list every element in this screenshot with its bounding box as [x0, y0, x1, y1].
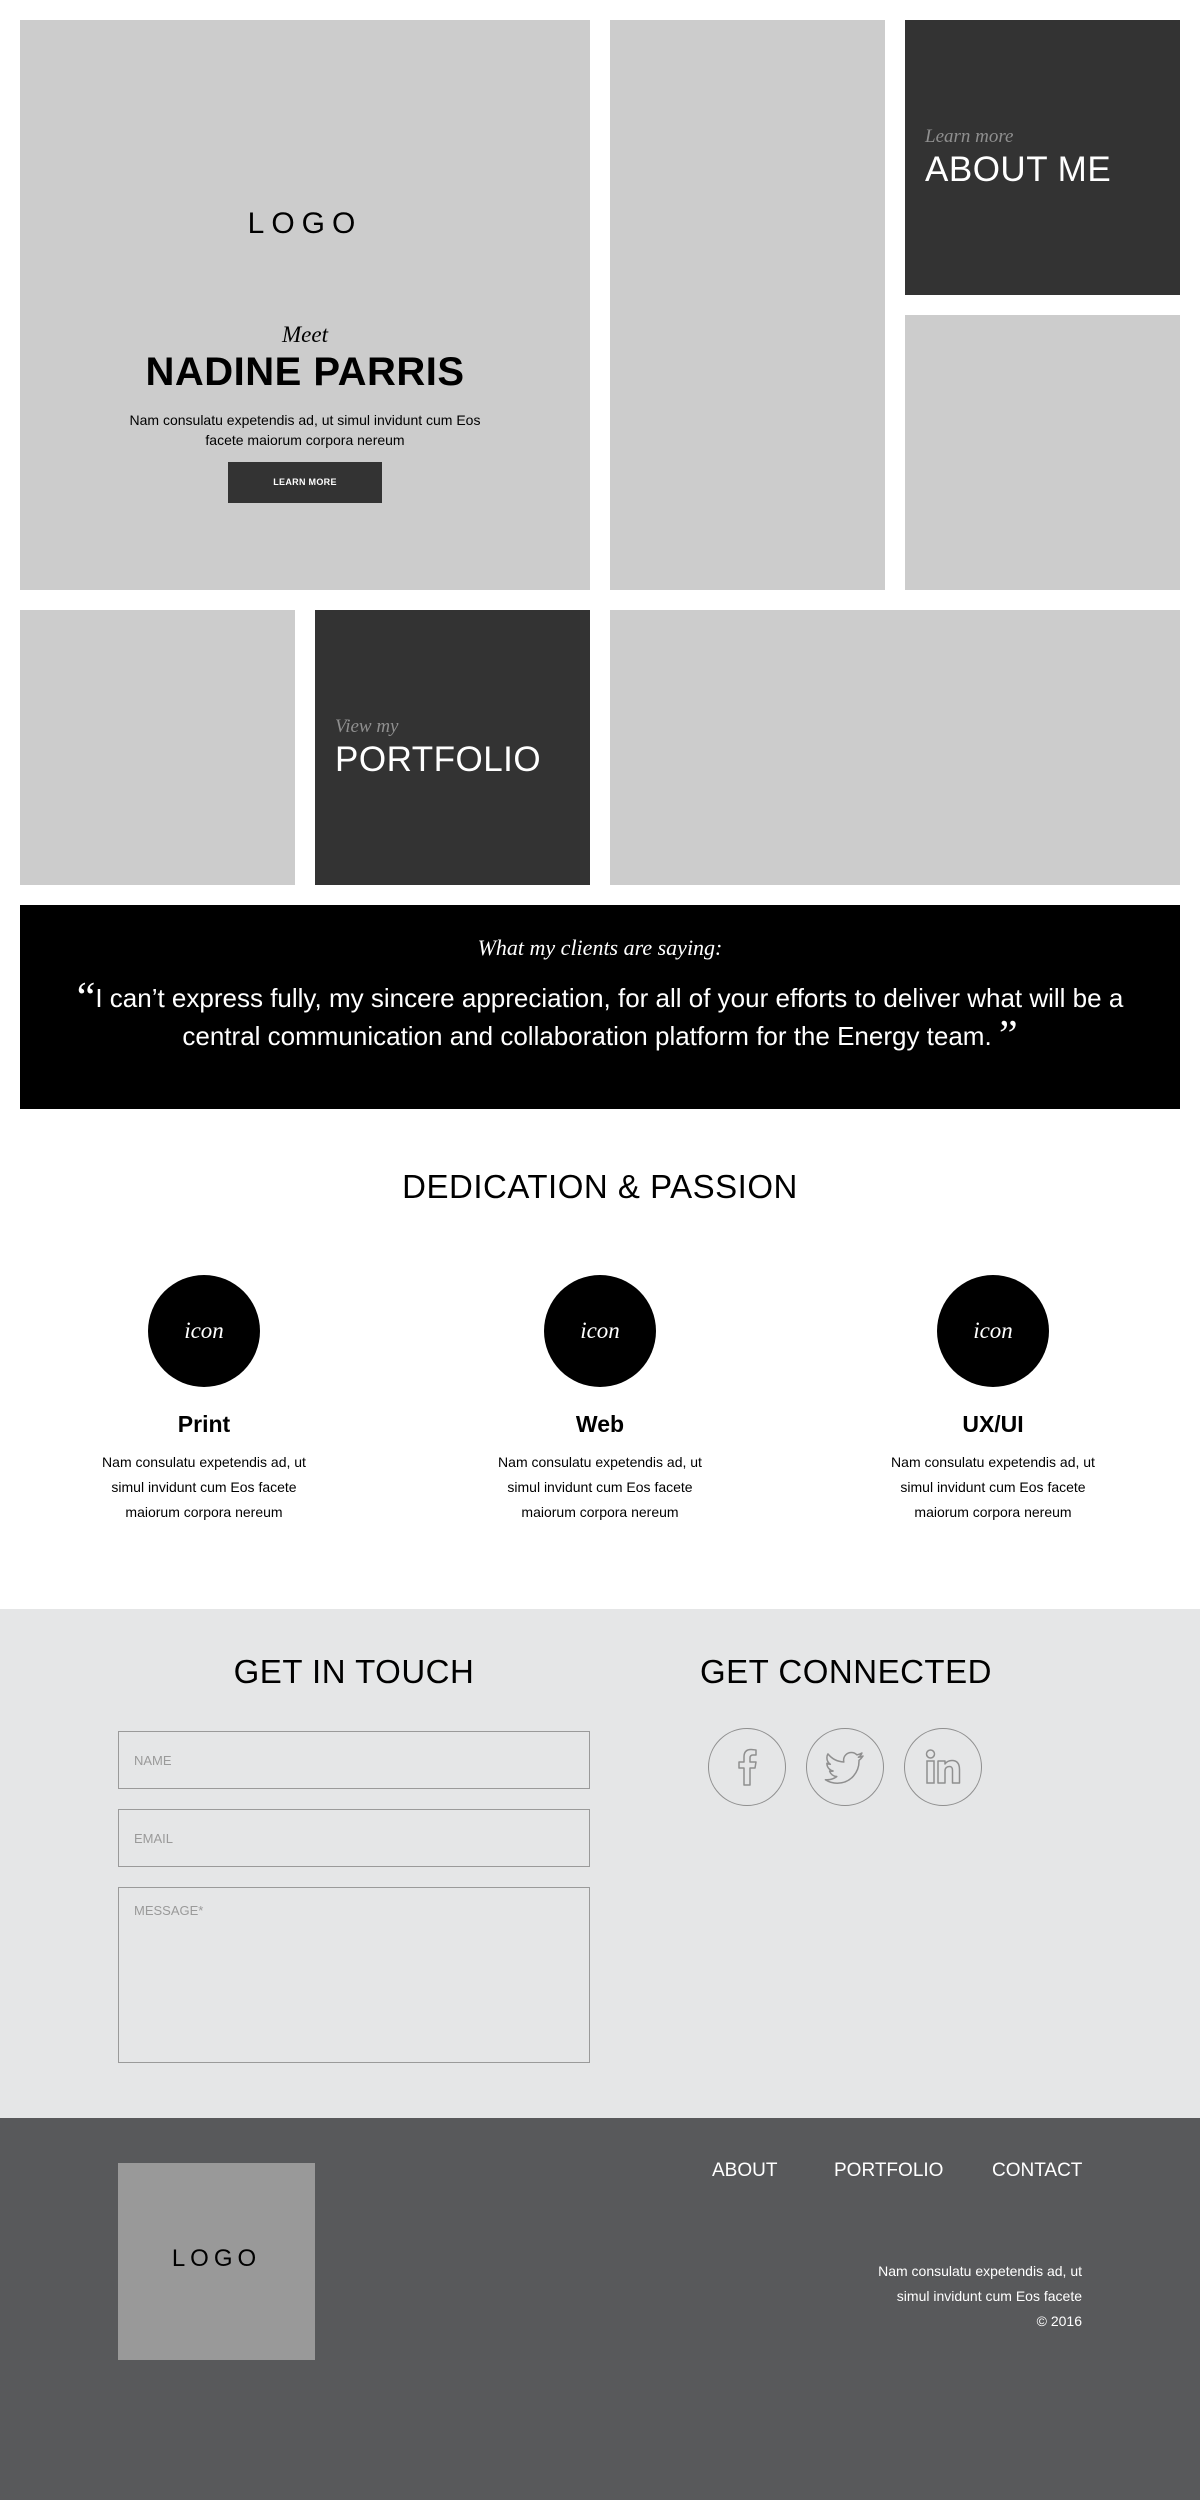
- service-description: Nam consulatu expetendis ad, ut simul in…: [891, 1454, 1095, 1520]
- footer-text-line1: Nam consulatu expetendis ad, ut: [878, 2263, 1082, 2279]
- image-tile-tall: [610, 20, 885, 590]
- about-me-title: ABOUT ME: [925, 150, 1112, 189]
- linkedin-icon[interactable]: [904, 1728, 982, 1806]
- footer-nav-portfolio[interactable]: PORTFOLIO: [834, 2160, 943, 2182]
- portfolio-subtitle: View my: [335, 716, 399, 737]
- open-quote-mark: “: [76, 975, 96, 1021]
- service-title: UX/UI: [962, 1411, 1024, 1437]
- hero-tile: LOGO Meet NADINE PARRIS Nam consulatu ex…: [20, 20, 590, 590]
- service-description: Nam consulatu expetendis ad, ut simul in…: [102, 1454, 306, 1520]
- hero-name: NADINE PARRIS: [145, 350, 465, 394]
- footer: LOGO ABOUT PORTFOLIO CONTACT Nam consula…: [0, 2118, 1200, 2500]
- learn-more-button[interactable]: LEARN MORE: [228, 462, 382, 503]
- portfolio-tile[interactable]: View my PORTFOLIO: [315, 610, 590, 885]
- message-field[interactable]: [118, 1887, 590, 2063]
- twitter-glyph: [824, 1751, 864, 1784]
- hero-description: Nam consulatu expetendis ad, ut simul in…: [129, 412, 481, 448]
- facebook-icon[interactable]: [708, 1728, 786, 1806]
- image-tile-wide: [610, 610, 1180, 885]
- get-connected-title: GET CONNECTED: [700, 1653, 992, 1690]
- name-field[interactable]: [118, 1731, 590, 1789]
- footer-nav-contact[interactable]: CONTACT: [992, 2160, 1082, 2182]
- portfolio-title: PORTFOLIO: [335, 740, 542, 779]
- print-icon: icon: [148, 1275, 260, 1387]
- testimonial-title: What my clients are saying:: [477, 935, 723, 960]
- hero-meet-label: Meet: [282, 322, 328, 347]
- footer-text: Nam consulatu expetendis ad, ut simul in…: [782, 2259, 1082, 2334]
- testimonial-quote: “I can’t express fully, my sincere appre…: [60, 977, 1140, 1057]
- dedication-title: DEDICATION & PASSION: [402, 1168, 798, 1205]
- ux-ui-icon: icon: [937, 1275, 1049, 1387]
- footer-logo[interactable]: LOGO: [118, 2163, 315, 2360]
- twitter-icon[interactable]: [806, 1728, 884, 1806]
- facebook-glyph: [738, 1748, 757, 1786]
- testimonial-quote-text: I can’t express fully, my sincere apprec…: [95, 983, 1124, 1051]
- about-me-tile[interactable]: Learn more ABOUT ME: [905, 20, 1180, 295]
- testimonial-section: What my clients are saying: “I can’t exp…: [20, 905, 1180, 1109]
- web-icon: icon: [544, 1275, 656, 1387]
- footer-text-line2: simul invidunt cum Eos facete: [896, 2288, 1082, 2304]
- email-field[interactable]: [118, 1809, 590, 1867]
- footer-logo-text: LOGO: [171, 2245, 262, 2272]
- image-tile-left: [20, 610, 295, 885]
- service-web: icon Web Nam consulatu expetendis ad, ut…: [440, 1275, 760, 1525]
- service-title: Print: [177, 1411, 231, 1437]
- image-tile-small: [905, 315, 1180, 590]
- footer-copyright: © 2016: [1036, 2313, 1082, 2329]
- footer-nav-about[interactable]: ABOUT: [712, 2160, 777, 2182]
- service-print: icon Print Nam consulatu expetendis ad, …: [44, 1275, 364, 1525]
- linkedin-glyph: [925, 1749, 961, 1784]
- close-quote-mark: ”: [998, 1013, 1018, 1059]
- service-description: Nam consulatu expetendis ad, ut simul in…: [498, 1454, 702, 1520]
- about-me-subtitle: Learn more: [925, 126, 1014, 147]
- get-in-touch-title: GET IN TOUCH: [233, 1653, 475, 1690]
- service-ux-ui: icon UX/UI Nam consulatu expetendis ad, …: [833, 1275, 1153, 1525]
- service-title: Web: [575, 1411, 625, 1437]
- hero-logo: LOGO: [247, 207, 363, 240]
